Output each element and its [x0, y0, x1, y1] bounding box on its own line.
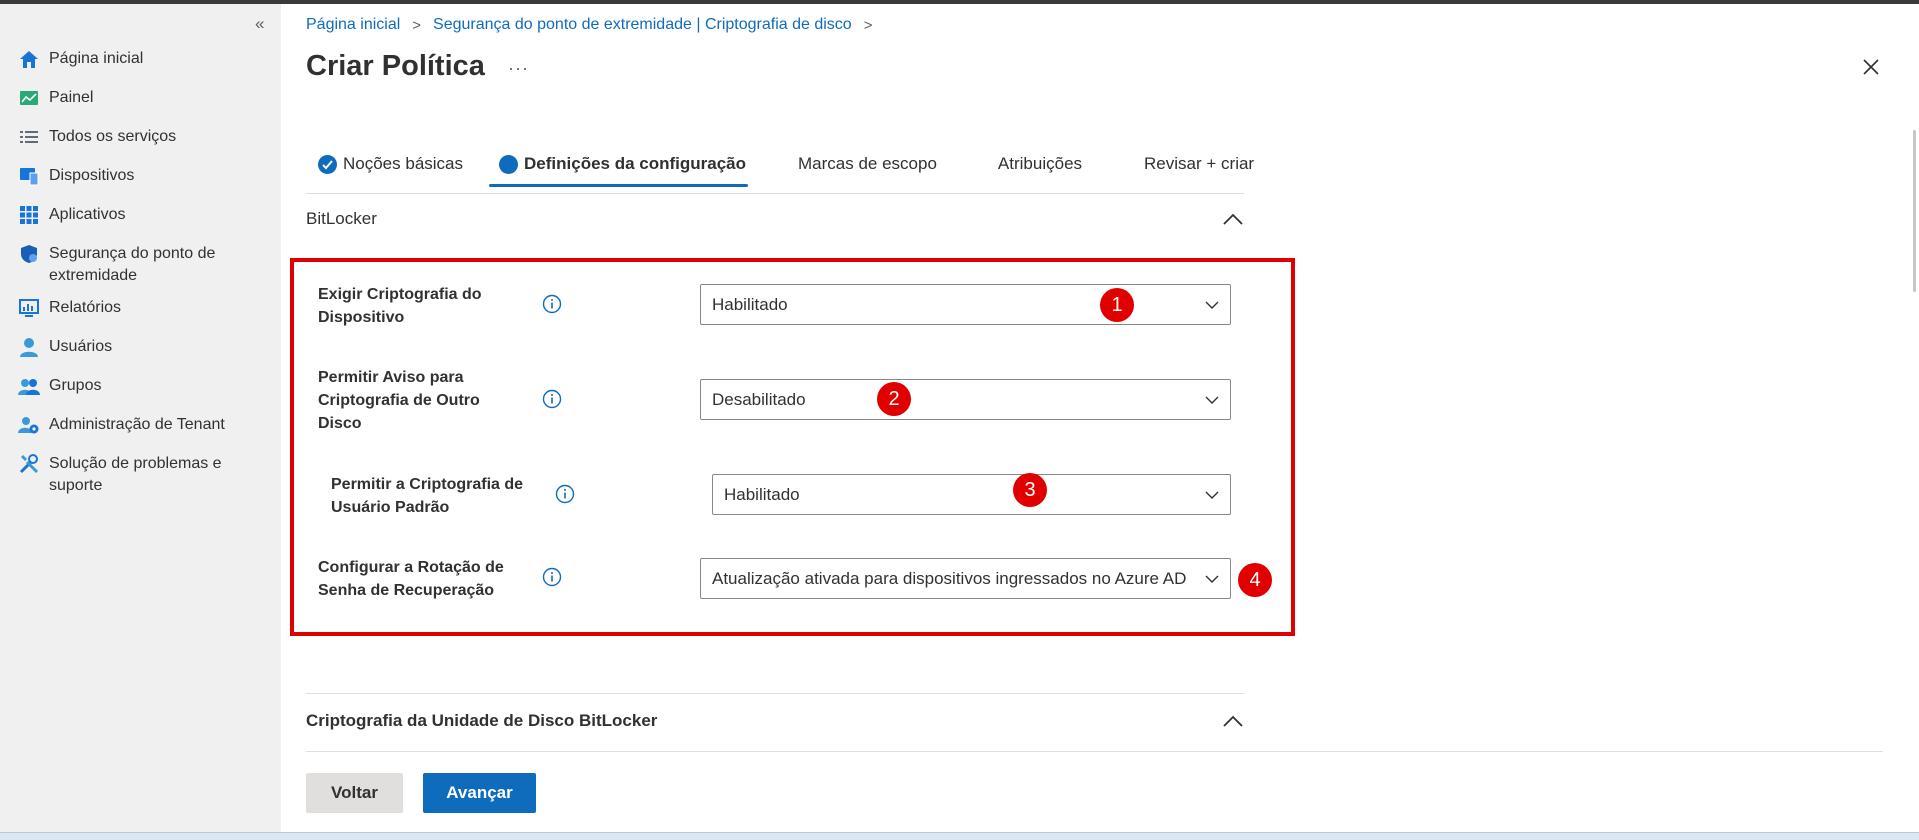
current-step-icon [499, 154, 519, 174]
chevron-down-icon [1205, 396, 1219, 404]
section-title: BitLocker [306, 209, 377, 228]
close-icon[interactable] [1860, 56, 1882, 78]
chevron-down-icon [1205, 301, 1219, 309]
tab-configuration-settings[interactable]: Definições da configuração [489, 140, 749, 188]
breadcrumb-disk-encryption-link[interactable]: Segurança do ponto de extremidade | Crip… [433, 16, 852, 34]
annotation-marker: 1 [1100, 288, 1134, 322]
tools-icon [18, 453, 40, 475]
window-bottom-border [0, 832, 1919, 840]
chevron-right-icon: > [863, 16, 873, 34]
scrollbar-thumb[interactable] [1913, 130, 1916, 292]
dropdown-value: Desabilitado [712, 389, 806, 409]
chevron-down-icon [1205, 575, 1219, 583]
chevron-up-icon [1223, 213, 1243, 225]
dashboard-icon [18, 87, 40, 109]
back-button[interactable]: Voltar [306, 773, 403, 813]
breadcrumb-home-link[interactable]: Página inicial [306, 16, 400, 34]
home-icon [18, 48, 40, 70]
sidebar-item-label: Todos os serviços [49, 128, 177, 145]
sidebar-item-groups[interactable]: Grupos [18, 375, 268, 397]
sidebar-item-label: Painel [49, 89, 94, 106]
sidebar-item-label: Solução de problemas e suporte [49, 455, 222, 494]
page-title: Criar Política [306, 50, 485, 82]
sidebar-item-label: Dispositivos [49, 167, 135, 184]
tab-label: Revisar + criar [1144, 154, 1255, 173]
sidebar-item-label: Segurança do ponto de extremidade [49, 245, 216, 284]
sidebar-item-label: Usuários [49, 338, 113, 355]
sidebar-item-label: Administração de Tenant [49, 416, 225, 433]
annotation-marker: 3 [1013, 473, 1047, 507]
checkmark-circle-icon [318, 154, 337, 174]
sidebar-item-devices[interactable]: Dispositivos [18, 165, 268, 187]
section-header-bitlocker[interactable]: BitLocker [306, 209, 1244, 229]
tab-label: Marcas de escopo [798, 154, 937, 173]
tab-basics[interactable]: Noções básicas [318, 140, 463, 188]
list-icon [18, 126, 40, 148]
section-divider [306, 693, 1244, 694]
section-title: Criptografia da Unidade de Disco BitLock… [306, 711, 658, 730]
tab-label: Definições da configuração [524, 154, 747, 173]
sidebar-item-apps[interactable]: Aplicativos [18, 204, 268, 226]
tabs-divider [306, 193, 1244, 194]
collapse-sidebar-icon[interactable]: « [255, 14, 264, 34]
devices-icon [18, 165, 40, 187]
sidebar-item-label: Página inicial [49, 50, 144, 67]
sidebar-item-all-services[interactable]: Todos os serviços [18, 126, 268, 148]
tab-assignments[interactable]: Atribuições [998, 140, 1082, 188]
section-header-disk-encryption[interactable]: Criptografia da Unidade de Disco BitLock… [306, 711, 1244, 731]
info-icon[interactable] [542, 567, 562, 587]
sidebar-item-tenant-admin[interactable]: Administração de Tenant [18, 414, 268, 436]
wizard-tabs: Noções básicas Definições da configuraçã… [306, 140, 1254, 188]
tab-label: Noções básicas [343, 154, 464, 173]
dropdown-value: Habilitado [724, 484, 800, 504]
sidebar-nav: Página inicial Painel Todos os serviços … [18, 48, 268, 507]
setting-label-allow-warning-other-disk: Permitir Aviso para Criptografia de Outr… [318, 369, 480, 432]
breadcrumb: Página inicial > Segurança do ponto de e… [306, 16, 884, 34]
group-icon [18, 375, 40, 397]
sidebar-item-troubleshooting[interactable]: Solução de problemas e suporte [18, 453, 268, 497]
sidebar-item-users[interactable]: Usuários [18, 336, 268, 358]
sidebar-item-reports[interactable]: Relatórios [18, 297, 268, 319]
dropdown-value: Habilitado [712, 294, 788, 314]
setting-label-allow-standard-user-encryption: Permitir a Criptografia de Usuário Padrã… [331, 476, 524, 516]
chevron-up-icon [1223, 715, 1243, 727]
reports-icon [18, 297, 40, 319]
require-device-encryption-dropdown[interactable]: Habilitado [700, 284, 1231, 325]
sidebar: « Página inicial Painel Todos os serviço… [0, 4, 281, 832]
user-icon [18, 336, 40, 358]
next-button[interactable]: Avançar [423, 773, 536, 813]
shield-icon [18, 243, 40, 265]
sidebar-item-label: Aplicativos [49, 206, 126, 223]
annotation-marker: 2 [877, 382, 911, 416]
info-icon[interactable] [542, 294, 562, 314]
recovery-password-rotation-dropdown[interactable]: Atualização ativada para dispositivos in… [700, 558, 1231, 599]
chevron-down-icon [1205, 491, 1219, 499]
sidebar-item-dashboard[interactable]: Painel [18, 87, 268, 109]
tab-label: Atribuições [997, 154, 1083, 173]
chevron-right-icon: > [412, 16, 422, 34]
setting-label-recovery-password-rotation: Configurar a Rotação de Senha de Recuper… [318, 559, 504, 599]
tab-review-create[interactable]: Revisar + criar [1144, 140, 1254, 188]
setting-label-require-device-encryption: Exigir Criptografia do Dispositivo [318, 286, 482, 326]
info-icon[interactable] [542, 389, 562, 409]
more-options-icon[interactable]: ··· [508, 58, 529, 79]
dropdown-value: Atualização ativada para dispositivos in… [712, 568, 1187, 588]
tenant-admin-icon [18, 414, 40, 436]
info-icon[interactable] [555, 484, 575, 504]
allow-warning-other-disk-dropdown[interactable]: Desabilitado [700, 379, 1231, 420]
sidebar-item-label: Grupos [49, 377, 102, 394]
allow-standard-user-encryption-dropdown[interactable]: Habilitado [712, 474, 1231, 515]
sidebar-item-label: Relatórios [49, 299, 122, 316]
tab-scope-tags[interactable]: Marcas de escopo [798, 140, 937, 188]
footer-divider [306, 751, 1883, 752]
apps-grid-icon [18, 204, 40, 226]
annotation-marker: 4 [1238, 563, 1272, 597]
sidebar-item-home[interactable]: Página inicial [18, 48, 268, 70]
window-top-border [0, 0, 1919, 4]
sidebar-item-endpoint-security[interactable]: Segurança do ponto de extremidade [18, 243, 268, 287]
